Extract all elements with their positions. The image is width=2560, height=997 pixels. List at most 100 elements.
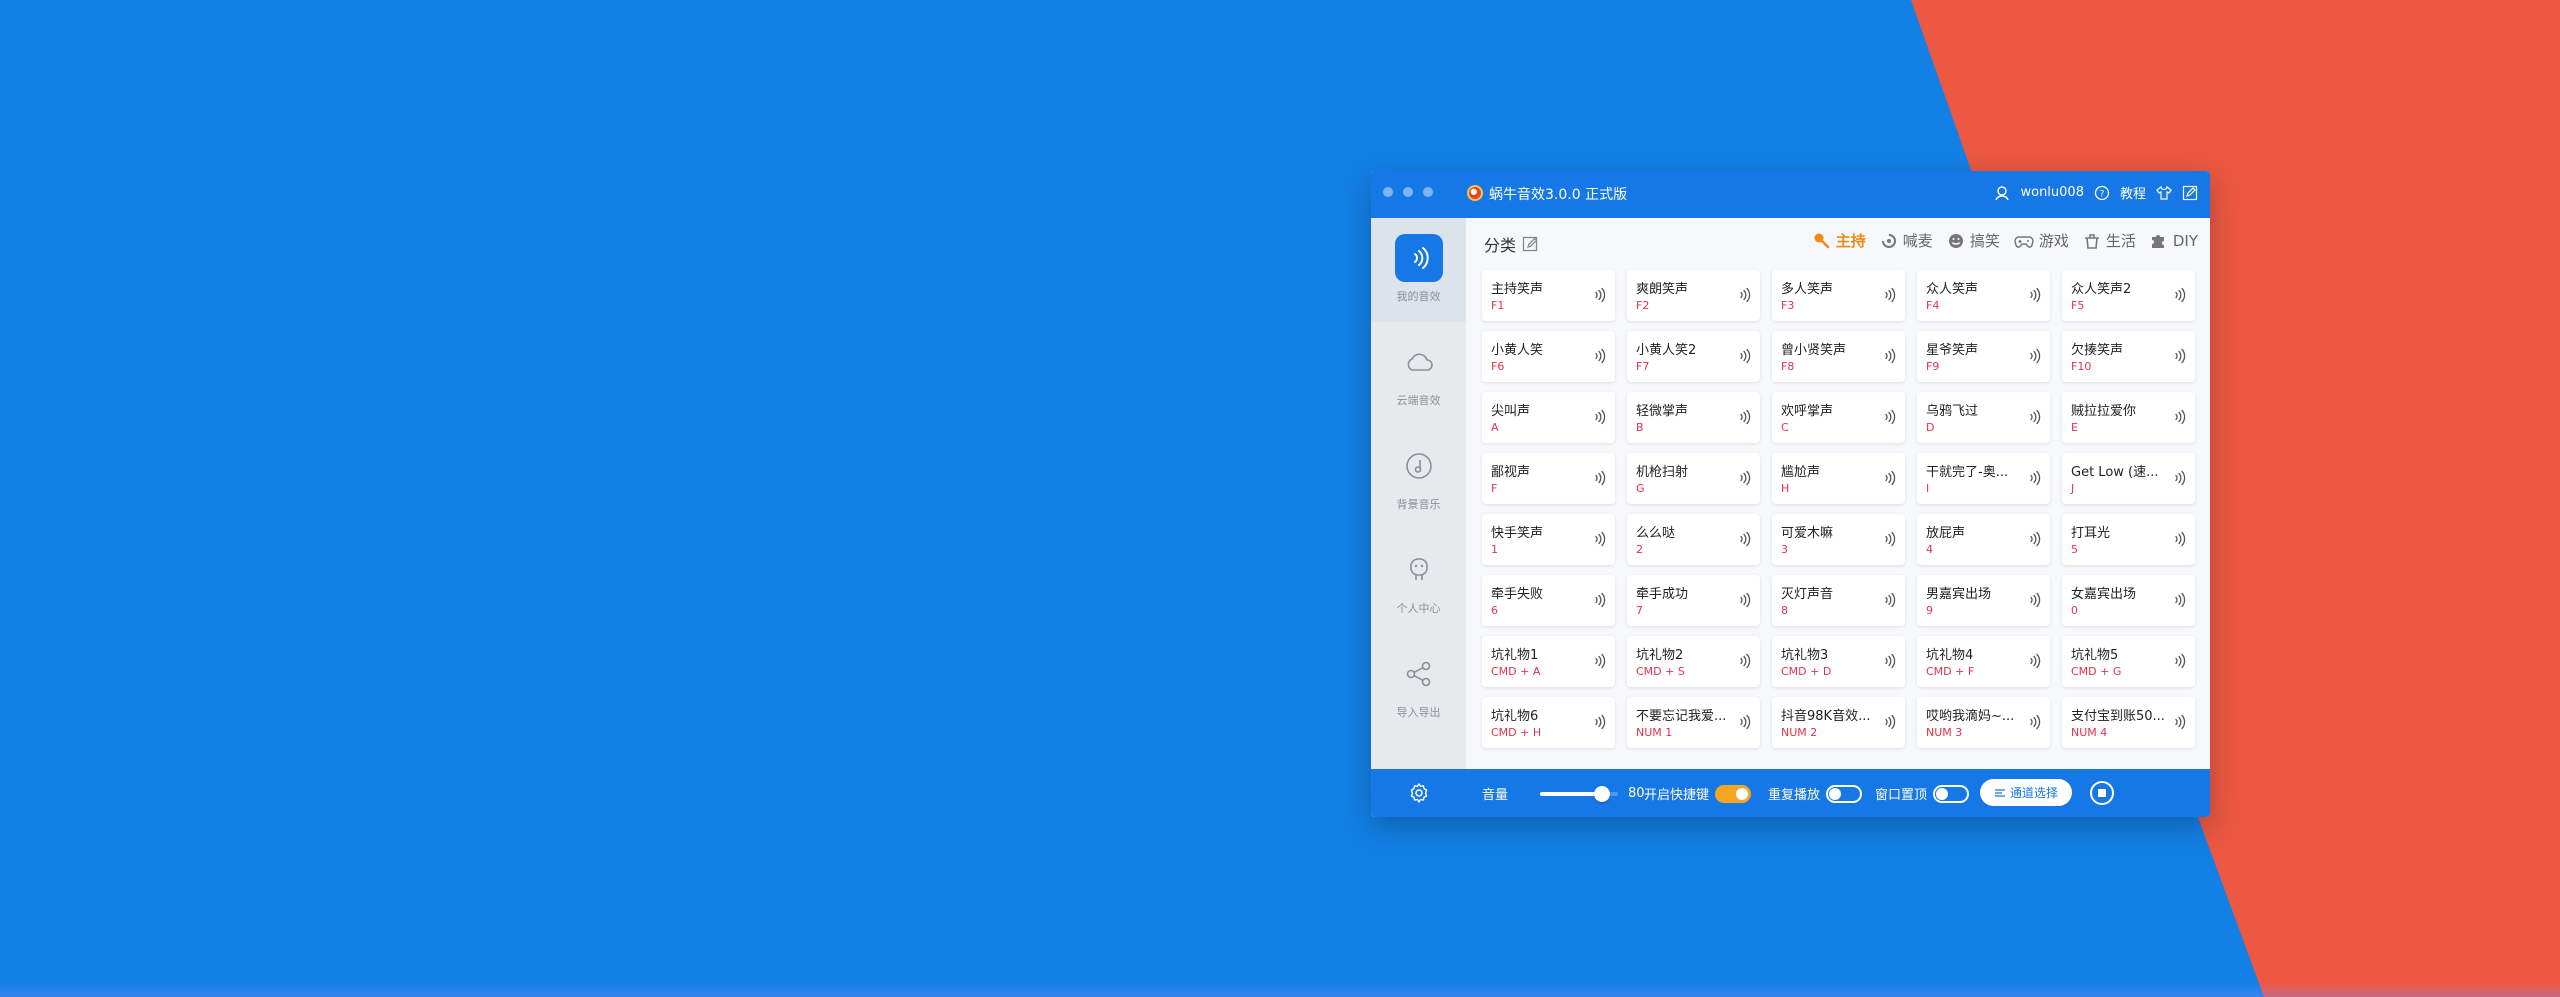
tab-shout-mic[interactable]: 喊麦 <box>1880 230 1933 251</box>
sound-card[interactable]: 众人笑声2 F5 <box>2062 270 2195 321</box>
play-sound-icon[interactable] <box>1883 470 1897 486</box>
sound-card[interactable]: 众人笑声 F4 <box>1917 270 2050 321</box>
volume-slider-knob[interactable] <box>1594 785 1611 802</box>
play-sound-icon[interactable] <box>1738 592 1752 608</box>
sound-card[interactable]: 快手笑声 1 <box>1482 514 1615 565</box>
sound-card[interactable]: 坑礼物5 CMD + G <box>2062 636 2195 687</box>
play-sound-icon[interactable] <box>2028 531 2042 547</box>
sidebar-item-personal-center[interactable]: 个人中心 <box>1371 530 1466 634</box>
play-sound-icon[interactable] <box>2173 653 2187 669</box>
play-sound-icon[interactable] <box>2173 348 2187 364</box>
volume-slider[interactable] <box>1540 785 1619 802</box>
sound-card[interactable]: 轻微掌声 B <box>1627 392 1760 443</box>
sidebar-item-my-sounds[interactable]: 我的音效 <box>1371 218 1466 322</box>
play-sound-icon[interactable] <box>1593 287 1607 303</box>
tab-funny[interactable]: 搞笑 <box>1947 230 2000 251</box>
play-sound-icon[interactable] <box>1883 409 1897 425</box>
play-sound-icon[interactable] <box>1883 348 1897 364</box>
play-sound-icon[interactable] <box>2028 470 2042 486</box>
sound-card[interactable]: 么么哒 2 <box>1627 514 1760 565</box>
play-sound-icon[interactable] <box>2028 653 2042 669</box>
sound-card[interactable]: 坑礼物3 CMD + D <box>1772 636 1905 687</box>
sound-card[interactable]: 曾小贤笑声 F8 <box>1772 331 1905 382</box>
play-sound-icon[interactable] <box>1738 287 1752 303</box>
sound-card[interactable]: 坑礼物6 CMD + H <box>1482 697 1615 748</box>
channel-select-button[interactable]: 通道选择 <box>1980 779 2073 806</box>
play-sound-icon[interactable] <box>2028 409 2042 425</box>
tab-game[interactable]: 游戏 <box>2014 230 2069 251</box>
sound-card[interactable]: 抖音98K音效... NUM 2 <box>1772 697 1905 748</box>
play-sound-icon[interactable] <box>2173 714 2187 730</box>
play-sound-icon[interactable] <box>1593 653 1607 669</box>
sound-card[interactable]: 鄙视声 F <box>1482 453 1615 504</box>
sound-card[interactable]: 打耳光 5 <box>2062 514 2195 565</box>
skin-icon[interactable] <box>2156 185 2172 201</box>
tutorial-link[interactable]: 教程 <box>2120 183 2146 202</box>
play-sound-icon[interactable] <box>1883 531 1897 547</box>
play-sound-icon[interactable] <box>2028 592 2042 608</box>
sound-card[interactable]: 坑礼物4 CMD + F <box>1917 636 2050 687</box>
minimize-window-button[interactable] <box>1403 187 1413 197</box>
sound-card[interactable]: 小黄人笑 F6 <box>1482 331 1615 382</box>
close-window-button[interactable] <box>1383 187 1393 197</box>
tab-diy[interactable]: DIY <box>2150 230 2198 251</box>
sound-card[interactable]: 欢呼掌声 C <box>1772 392 1905 443</box>
sound-card[interactable]: 男嘉宾出场 9 <box>1917 575 2050 626</box>
sound-card[interactable]: 乌鸦飞过 D <box>1917 392 2050 443</box>
play-sound-icon[interactable] <box>1883 287 1897 303</box>
user-avatar-icon[interactable] <box>1994 185 2010 201</box>
sound-card[interactable]: 支付宝到账50... NUM 4 <box>2062 697 2195 748</box>
sound-card[interactable]: 坑礼物1 CMD + A <box>1482 636 1615 687</box>
play-sound-icon[interactable] <box>2028 714 2042 730</box>
sound-card[interactable]: 机枪扫射 G <box>1627 453 1760 504</box>
edit-window-icon[interactable] <box>2182 185 2198 201</box>
sound-card[interactable]: 主持笑声 F1 <box>1482 270 1615 321</box>
sound-card[interactable]: 不要忘记我爱... NUM 1 <box>1627 697 1760 748</box>
play-sound-icon[interactable] <box>2173 409 2187 425</box>
play-sound-icon[interactable] <box>1738 714 1752 730</box>
play-sound-icon[interactable] <box>2173 287 2187 303</box>
username[interactable]: wonlu008 <box>2020 185 2084 200</box>
ontop-toggle[interactable] <box>1933 784 1970 803</box>
sidebar-item-import-export[interactable]: 导入导出 <box>1371 634 1466 738</box>
tab-host[interactable]: 主持 <box>1813 230 1866 251</box>
edit-category-icon[interactable] <box>1522 235 1540 253</box>
play-sound-icon[interactable] <box>1883 592 1897 608</box>
sound-card[interactable]: 牵手失败 6 <box>1482 575 1615 626</box>
sound-card[interactable]: 放屁声 4 <box>1917 514 2050 565</box>
sound-card[interactable]: 尖叫声 A <box>1482 392 1615 443</box>
sidebar-item-background-music[interactable]: 背景音乐 <box>1371 426 1466 530</box>
settings-button[interactable] <box>1371 769 1466 817</box>
play-sound-icon[interactable] <box>1738 531 1752 547</box>
play-sound-icon[interactable] <box>1883 714 1897 730</box>
sound-card[interactable]: 干就完了-奥... I <box>1917 453 2050 504</box>
stop-button[interactable] <box>2090 781 2114 805</box>
hotkey-toggle[interactable] <box>1715 784 1752 803</box>
play-sound-icon[interactable] <box>1593 348 1607 364</box>
play-sound-icon[interactable] <box>1738 348 1752 364</box>
play-sound-icon[interactable] <box>1593 409 1607 425</box>
sound-card[interactable]: 可爱木嘛 3 <box>1772 514 1905 565</box>
sound-card[interactable]: 牵手成功 7 <box>1627 575 1760 626</box>
sound-card[interactable]: 坑礼物2 CMD + S <box>1627 636 1760 687</box>
sidebar-item-cloud-sounds[interactable]: 云端音效 <box>1371 322 1466 426</box>
sound-card[interactable]: 哎哟我滴妈~... NUM 3 <box>1917 697 2050 748</box>
play-sound-icon[interactable] <box>2173 470 2187 486</box>
sound-card[interactable]: Get Low (速... J <box>2062 453 2195 504</box>
sound-card[interactable]: 星爷笑声 F9 <box>1917 331 2050 382</box>
sound-card[interactable]: 欠揍笑声 F10 <box>2062 331 2195 382</box>
sound-card[interactable]: 尴尬声 H <box>1772 453 1905 504</box>
play-sound-icon[interactable] <box>2028 287 2042 303</box>
tab-life[interactable]: 生活 <box>2083 230 2136 251</box>
sound-card[interactable]: 灭灯声音 8 <box>1772 575 1905 626</box>
play-sound-icon[interactable] <box>1738 470 1752 486</box>
play-sound-icon[interactable] <box>1593 592 1607 608</box>
sound-card[interactable]: 多人笑声 F3 <box>1772 270 1905 321</box>
play-sound-icon[interactable] <box>1593 531 1607 547</box>
zoom-window-button[interactable] <box>1423 187 1433 197</box>
sound-card[interactable]: 小黄人笑2 F7 <box>1627 331 1760 382</box>
play-sound-icon[interactable] <box>2028 348 2042 364</box>
sound-card[interactable]: 爽朗笑声 F2 <box>1627 270 1760 321</box>
help-icon[interactable]: ? <box>2094 185 2110 201</box>
play-sound-icon[interactable] <box>2173 592 2187 608</box>
